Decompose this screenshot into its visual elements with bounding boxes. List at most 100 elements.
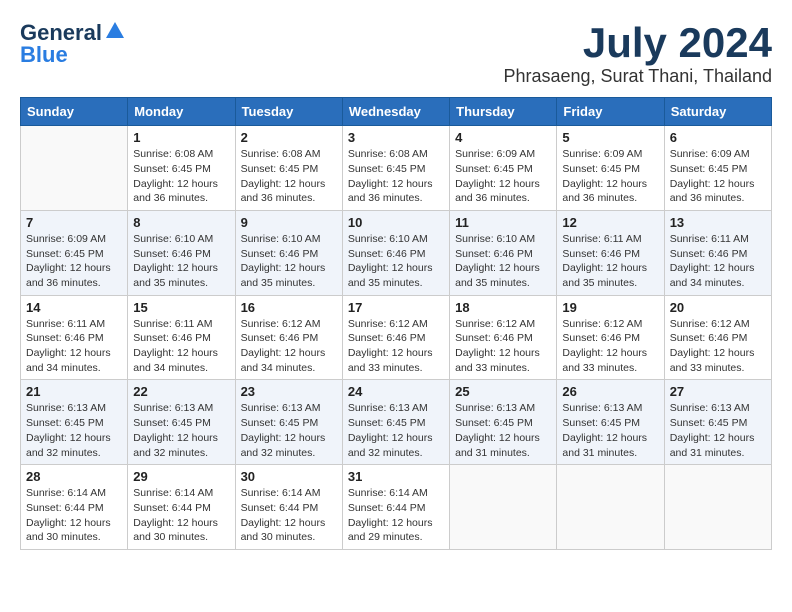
header-sunday: Sunday: [21, 98, 128, 126]
day-number: 29: [133, 469, 229, 484]
calendar-cell: 2Sunrise: 6:08 AM Sunset: 6:45 PM Daylig…: [235, 126, 342, 211]
day-info: Sunrise: 6:10 AM Sunset: 6:46 PM Dayligh…: [241, 232, 337, 291]
calendar-cell: 4Sunrise: 6:09 AM Sunset: 6:45 PM Daylig…: [450, 126, 557, 211]
calendar-cell: 26 Sunrise: 6:13 AM Sunset: 6:45 PM Dayli…: [557, 380, 664, 465]
day-info: Sunrise: 6:12 AM Sunset: 6:46 PM Dayligh…: [670, 317, 766, 376]
calendar-cell: [21, 126, 128, 211]
day-number: 10: [348, 215, 444, 230]
logo: General Blue: [20, 20, 126, 68]
day-number: 5: [562, 130, 658, 145]
calendar-cell: 20 Sunrise: 6:12 AM Sunset: 6:46 PM Dayli…: [664, 295, 771, 380]
header-thursday: Thursday: [450, 98, 557, 126]
day-number: 3: [348, 130, 444, 145]
day-number: 11: [455, 215, 551, 230]
day-number: 20: [670, 300, 766, 315]
day-info: Sunrise: 6:08 AM Sunset: 6:45 PM Dayligh…: [133, 147, 229, 206]
calendar-cell: 19 Sunrise: 6:12 AM Sunset: 6:46 PM Dayli…: [557, 295, 664, 380]
month-title: July 2024: [503, 20, 772, 66]
calendar-cell: 8Sunrise: 6:10 AM Sunset: 6:46 PM Daylig…: [128, 210, 235, 295]
day-info: Sunrise: 6:14 AM Sunset: 6:44 PM Dayligh…: [241, 486, 337, 545]
day-number: 6: [670, 130, 766, 145]
header-monday: Monday: [128, 98, 235, 126]
calendar-cell: 10 Sunrise: 6:10 AM Sunset: 6:46 PM Dayli…: [342, 210, 449, 295]
day-number: 28: [26, 469, 122, 484]
calendar-cell: 5 Sunrise: 6:09 AM Sunset: 6:45 PM Daylig…: [557, 126, 664, 211]
day-info: Sunrise: 6:11 AM Sunset: 6:46 PM Dayligh…: [26, 317, 122, 376]
calendar-cell: 25Sunrise: 6:13 AM Sunset: 6:45 PM Dayli…: [450, 380, 557, 465]
day-info: Sunrise: 6:09 AM Sunset: 6:45 PM Dayligh…: [26, 232, 122, 291]
calendar-week-4: 21 Sunrise: 6:13 AM Sunset: 6:45 PM Dayli…: [21, 380, 772, 465]
day-number: 30: [241, 469, 337, 484]
calendar-cell: 31 Sunrise: 6:14 AM Sunset: 6:44 PM Dayli…: [342, 465, 449, 550]
day-info: Sunrise: 6:13 AM Sunset: 6:45 PM Dayligh…: [133, 401, 229, 460]
header-wednesday: Wednesday: [342, 98, 449, 126]
day-number: 31: [348, 469, 444, 484]
day-info: Sunrise: 6:12 AM Sunset: 6:46 PM Dayligh…: [562, 317, 658, 376]
calendar-cell: [557, 465, 664, 550]
day-number: 12: [562, 215, 658, 230]
day-info: Sunrise: 6:13 AM Sunset: 6:45 PM Dayligh…: [562, 401, 658, 460]
day-info: Sunrise: 6:14 AM Sunset: 6:44 PM Dayligh…: [348, 486, 444, 545]
header-friday: Friday: [557, 98, 664, 126]
calendar-cell: 16 Sunrise: 6:12 AM Sunset: 6:46 PM Dayli…: [235, 295, 342, 380]
day-number: 1: [133, 130, 229, 145]
day-number: 7: [26, 215, 122, 230]
calendar-cell: 9 Sunrise: 6:10 AM Sunset: 6:46 PM Daylig…: [235, 210, 342, 295]
header-saturday: Saturday: [664, 98, 771, 126]
day-info: Sunrise: 6:13 AM Sunset: 6:45 PM Dayligh…: [348, 401, 444, 460]
calendar-cell: 18Sunrise: 6:12 AM Sunset: 6:46 PM Dayli…: [450, 295, 557, 380]
header-tuesday: Tuesday: [235, 98, 342, 126]
day-info: Sunrise: 6:12 AM Sunset: 6:46 PM Dayligh…: [241, 317, 337, 376]
calendar-cell: 12 Sunrise: 6:11 AM Sunset: 6:46 PM Dayli…: [557, 210, 664, 295]
day-number: 15: [133, 300, 229, 315]
day-number: 19: [562, 300, 658, 315]
location-title: Phrasaeng, Surat Thani, Thailand: [503, 66, 772, 87]
day-number: 27: [670, 384, 766, 399]
day-info: Sunrise: 6:13 AM Sunset: 6:45 PM Dayligh…: [241, 401, 337, 460]
day-number: 13: [670, 215, 766, 230]
day-info: Sunrise: 6:14 AM Sunset: 6:44 PM Dayligh…: [133, 486, 229, 545]
day-info: Sunrise: 6:11 AM Sunset: 6:46 PM Dayligh…: [133, 317, 229, 376]
logo-icon: [104, 20, 126, 42]
day-number: 16: [241, 300, 337, 315]
calendar-cell: 7 Sunrise: 6:09 AM Sunset: 6:45 PM Daylig…: [21, 210, 128, 295]
calendar-cell: 27 Sunrise: 6:13 AM Sunset: 6:45 PM Dayli…: [664, 380, 771, 465]
day-info: Sunrise: 6:09 AM Sunset: 6:45 PM Dayligh…: [455, 147, 551, 206]
day-number: 25: [455, 384, 551, 399]
calendar-cell: 30 Sunrise: 6:14 AM Sunset: 6:44 PM Dayli…: [235, 465, 342, 550]
calendar-cell: 24 Sunrise: 6:13 AM Sunset: 6:45 PM Dayli…: [342, 380, 449, 465]
day-number: 9: [241, 215, 337, 230]
day-info: Sunrise: 6:11 AM Sunset: 6:46 PM Dayligh…: [670, 232, 766, 291]
day-number: 24: [348, 384, 444, 399]
calendar-cell: 6Sunrise: 6:09 AM Sunset: 6:45 PM Daylig…: [664, 126, 771, 211]
calendar-cell: [450, 465, 557, 550]
day-number: 14: [26, 300, 122, 315]
calendar-cell: 11 Sunrise: 6:10 AM Sunset: 6:46 PM Dayli…: [450, 210, 557, 295]
calendar-cell: [664, 465, 771, 550]
day-number: 2: [241, 130, 337, 145]
day-number: 26: [562, 384, 658, 399]
calendar-cell: 3 Sunrise: 6:08 AM Sunset: 6:45 PM Daylig…: [342, 126, 449, 211]
day-info: Sunrise: 6:13 AM Sunset: 6:45 PM Dayligh…: [26, 401, 122, 460]
calendar-cell: 23Sunrise: 6:13 AM Sunset: 6:45 PM Dayli…: [235, 380, 342, 465]
day-info: Sunrise: 6:13 AM Sunset: 6:45 PM Dayligh…: [670, 401, 766, 460]
day-info: Sunrise: 6:11 AM Sunset: 6:46 PM Dayligh…: [562, 232, 658, 291]
day-number: 18: [455, 300, 551, 315]
day-number: 21: [26, 384, 122, 399]
calendar-cell: 1 Sunrise: 6:08 AM Sunset: 6:45 PM Daylig…: [128, 126, 235, 211]
calendar-cell: 29 Sunrise: 6:14 AM Sunset: 6:44 PM Dayli…: [128, 465, 235, 550]
calendar-cell: 17Sunrise: 6:12 AM Sunset: 6:46 PM Dayli…: [342, 295, 449, 380]
day-info: Sunrise: 6:08 AM Sunset: 6:45 PM Dayligh…: [348, 147, 444, 206]
calendar-cell: 15 Sunrise: 6:11 AM Sunset: 6:46 PM Dayli…: [128, 295, 235, 380]
day-info: Sunrise: 6:09 AM Sunset: 6:45 PM Dayligh…: [562, 147, 658, 206]
calendar-cell: 28Sunrise: 6:14 AM Sunset: 6:44 PM Dayli…: [21, 465, 128, 550]
calendar-week-3: 14 Sunrise: 6:11 AM Sunset: 6:46 PM Dayli…: [21, 295, 772, 380]
calendar-week-1: 1 Sunrise: 6:08 AM Sunset: 6:45 PM Daylig…: [21, 126, 772, 211]
day-info: Sunrise: 6:12 AM Sunset: 6:46 PM Dayligh…: [348, 317, 444, 376]
calendar-cell: 22Sunrise: 6:13 AM Sunset: 6:45 PM Dayli…: [128, 380, 235, 465]
calendar-cell: 21 Sunrise: 6:13 AM Sunset: 6:45 PM Dayli…: [21, 380, 128, 465]
day-info: Sunrise: 6:10 AM Sunset: 6:46 PM Dayligh…: [455, 232, 551, 291]
title-section: July 2024 Phrasaeng, Surat Thani, Thaila…: [503, 20, 772, 87]
calendar-week-2: 7 Sunrise: 6:09 AM Sunset: 6:45 PM Daylig…: [21, 210, 772, 295]
day-info: Sunrise: 6:10 AM Sunset: 6:46 PM Dayligh…: [348, 232, 444, 291]
